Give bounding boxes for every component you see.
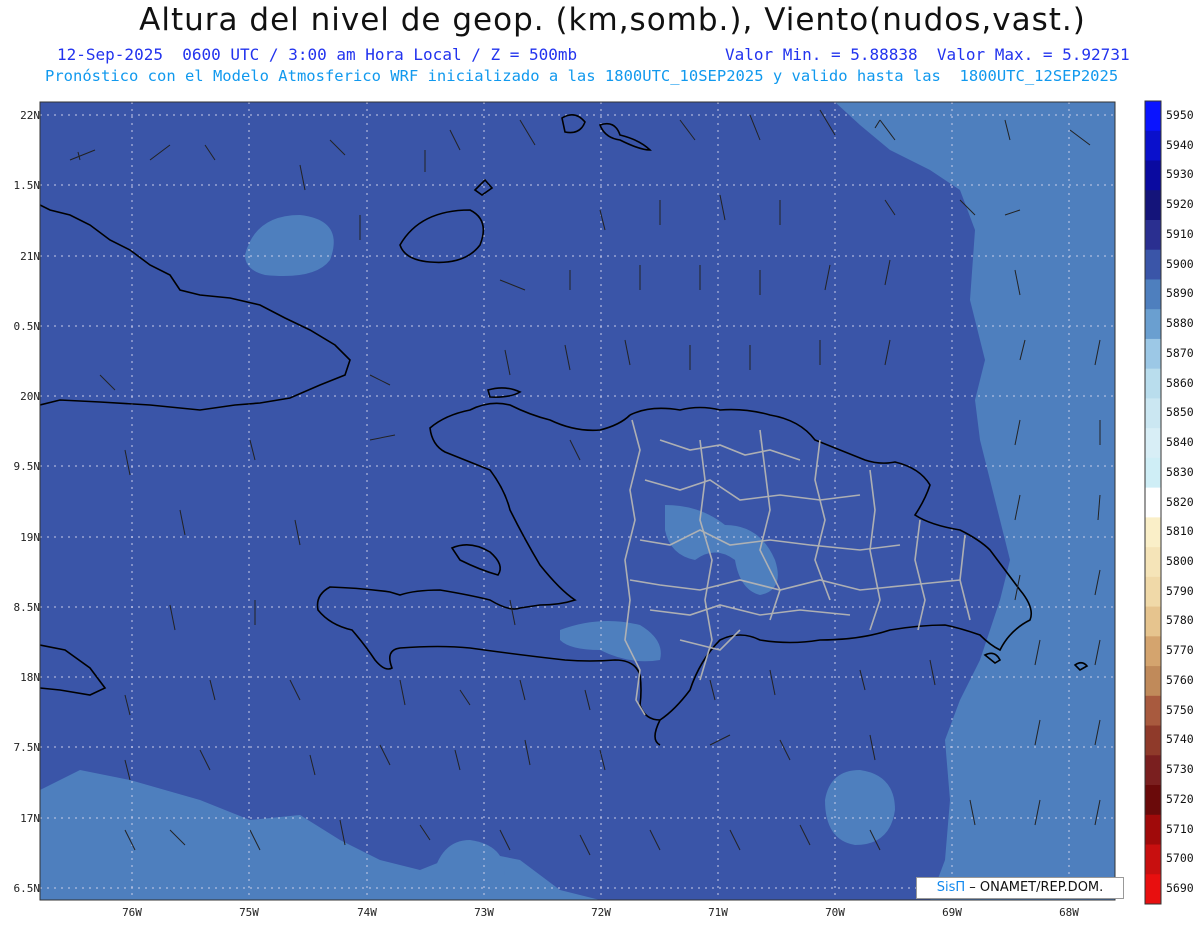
colorbar-swatch bbox=[1145, 101, 1161, 132]
colorbar-label: 5790 bbox=[1166, 583, 1194, 598]
lat-tick: 0.5N bbox=[13, 320, 41, 333]
colorbar-swatch bbox=[1145, 338, 1161, 370]
colorbar-label: 5710 bbox=[1166, 821, 1194, 836]
colorbar-swatch bbox=[1145, 130, 1161, 161]
lon-tick: 76W bbox=[122, 906, 142, 919]
colorbar-swatch bbox=[1145, 160, 1161, 191]
colorbar-label: 5720 bbox=[1166, 791, 1194, 806]
colorbar-swatch bbox=[1145, 666, 1161, 697]
colorbar-swatch bbox=[1145, 695, 1161, 727]
colorbar-swatch bbox=[1145, 785, 1161, 816]
lat-tick: 20N bbox=[20, 390, 40, 403]
lon-tick: 72W bbox=[591, 906, 611, 919]
colorbar-swatch bbox=[1145, 190, 1161, 221]
colorbar-label: 5760 bbox=[1166, 672, 1194, 687]
colorbar-swatch bbox=[1145, 398, 1161, 429]
colorbar-swatch bbox=[1145, 368, 1161, 399]
lon-tick: 69W bbox=[942, 906, 962, 919]
lon-tick: 70W bbox=[825, 906, 845, 919]
colorbar-swatch bbox=[1145, 606, 1161, 637]
colorbar-swatch bbox=[1145, 874, 1161, 905]
colorbar-swatch bbox=[1145, 457, 1161, 489]
lon-tick: 68W bbox=[1059, 906, 1079, 919]
colorbar-swatch bbox=[1145, 487, 1161, 518]
lat-tick: 18N bbox=[20, 671, 40, 684]
colorbar-label: 5780 bbox=[1166, 613, 1194, 628]
colorbar-label: 5860 bbox=[1166, 375, 1194, 390]
colorbar bbox=[1145, 101, 1161, 905]
weather-map bbox=[39, 100, 1162, 905]
lat-tick: 8.5N bbox=[13, 601, 41, 614]
colorbar-swatch bbox=[1145, 844, 1161, 875]
colorbar-label: 5810 bbox=[1166, 524, 1194, 539]
lat-tick: 17N bbox=[20, 812, 40, 825]
colorbar-swatch bbox=[1145, 576, 1161, 608]
lat-tick: 7.5N bbox=[13, 741, 41, 754]
colorbar-swatch bbox=[1145, 725, 1161, 756]
colorbar-label: 5830 bbox=[1166, 464, 1194, 479]
colorbar-label: 5910 bbox=[1166, 226, 1194, 241]
colorbar-swatch bbox=[1145, 636, 1161, 667]
colorbar-label: 5930 bbox=[1166, 167, 1194, 182]
colorbar-label: 5730 bbox=[1166, 762, 1194, 777]
colorbar-label: 5840 bbox=[1166, 435, 1194, 450]
colorbar-swatch bbox=[1145, 309, 1161, 340]
colorbar-swatch bbox=[1145, 279, 1161, 310]
credit-box: SisΠ – ONAMET/REP.DOM. bbox=[916, 877, 1124, 899]
colorbar-label: 5850 bbox=[1166, 405, 1194, 420]
colorbar-label: 5950 bbox=[1166, 107, 1194, 122]
colorbar-label: 5900 bbox=[1166, 256, 1194, 271]
colorbar-label: 5920 bbox=[1166, 197, 1194, 212]
colorbar-label: 5890 bbox=[1166, 286, 1194, 301]
colorbar-swatch bbox=[1145, 249, 1161, 280]
colorbar-swatch bbox=[1145, 755, 1161, 786]
lat-tick: 22N bbox=[20, 109, 40, 122]
lat-tick: 19N bbox=[20, 531, 40, 544]
colorbar-label: 5740 bbox=[1166, 732, 1194, 747]
colorbar-label: 5690 bbox=[1166, 881, 1194, 896]
colorbar-label: 5940 bbox=[1166, 137, 1194, 152]
colorbar-swatch bbox=[1145, 428, 1161, 459]
colorbar-label: 5700 bbox=[1166, 851, 1194, 866]
credit-brand: SisΠ bbox=[936, 880, 966, 895]
lat-tick: 9.5N bbox=[13, 460, 41, 473]
credit-text: – ONAMET/REP.DOM. bbox=[965, 880, 1104, 895]
colorbar-swatch bbox=[1145, 219, 1161, 251]
lat-tick: 6.5N bbox=[13, 882, 41, 895]
colorbar-label: 5770 bbox=[1166, 643, 1194, 658]
lat-tick: 21N bbox=[20, 250, 40, 263]
colorbar-label: 5800 bbox=[1166, 553, 1194, 568]
colorbar-label: 5870 bbox=[1166, 345, 1194, 360]
colorbar-swatch bbox=[1145, 814, 1161, 846]
colorbar-label: 5880 bbox=[1166, 316, 1194, 331]
colorbar-swatch bbox=[1145, 547, 1161, 578]
lon-tick: 73W bbox=[474, 906, 494, 919]
colorbar-label: 5820 bbox=[1166, 494, 1194, 509]
colorbar-label: 5750 bbox=[1166, 702, 1194, 717]
lon-tick: 71W bbox=[708, 906, 728, 919]
lon-tick: 75W bbox=[239, 906, 259, 919]
lon-tick: 74W bbox=[357, 906, 377, 919]
lat-tick: 1.5N bbox=[13, 179, 41, 192]
colorbar-swatch bbox=[1145, 517, 1161, 548]
